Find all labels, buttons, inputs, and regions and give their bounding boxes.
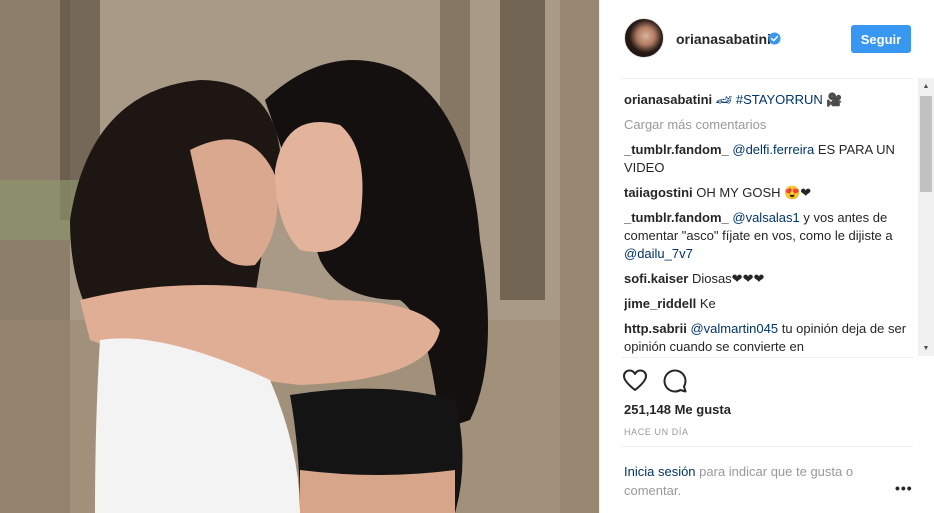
login-prompt: Inicia sesión para indicar que te gusta … [624,462,886,500]
scroll-up-arrow-icon[interactable]: ▲ [918,78,934,94]
post-header: orianasabatini Seguir [600,0,934,78]
comment-text: Diosas❤❤❤ [688,271,765,286]
comment-username[interactable]: taiiagostini [624,185,693,200]
caption: orianasabatini 🏎 #STAYORRUN 🎥 [624,91,916,109]
comment-text: OH MY GOSH 😍❤ [692,185,812,200]
comment-item: sofi.kaiser Diosas❤❤❤ [624,270,916,288]
comment-item: taiiagostini OH MY GOSH 😍❤ [624,184,916,202]
post-photo[interactable] [0,0,599,513]
comment-username[interactable]: _tumblr.fandom_ [624,210,729,225]
login-link[interactable]: Inicia sesión [624,464,696,479]
comment-username[interactable]: jime_riddell [624,296,696,311]
post-timestamp[interactable]: HACE UN DÍA [624,427,689,437]
scroll-down-arrow-icon[interactable]: ▼ [918,340,934,356]
comment-text: Ke [696,296,716,311]
actions-divider [622,357,913,358]
comment-item: _tumblr.fandom_ @valsalas1 y vos antes d… [624,209,916,263]
scroll-thumb[interactable] [920,96,932,192]
caption-username[interactable]: orianasabatini [624,92,712,107]
comment-item: jime_riddell Ke [624,295,916,313]
comment-item: http.sabrii @valmartin045 tu opinión dej… [624,320,916,354]
footer-divider [622,446,913,447]
username[interactable]: orianasabatini [676,31,771,47]
comment-mention[interactable]: @valsalas1 [732,210,799,225]
photo-illustration [0,0,599,513]
post-side-panel: orianasabatini Seguir orianasabatini 🏎 #… [599,0,934,513]
load-more-comments-link[interactable]: Cargar más comentarios [624,116,916,134]
comment-username[interactable]: http.sabrii [624,321,687,336]
caption-text[interactable]: 🏎 #STAYORRUN 🎥 [716,92,843,107]
comment-mention[interactable]: @delfi.ferreira [732,142,814,157]
comment-bubble-icon[interactable] [662,368,688,394]
avatar[interactable] [624,18,664,58]
likes-count[interactable]: 251,148 Me gusta [624,402,731,417]
header-divider [622,78,913,79]
comment-username[interactable]: sofi.kaiser [624,271,688,286]
comments-list: orianasabatini 🏎 #STAYORRUN 🎥 Cargar más… [624,84,916,354]
comments-scrollbar[interactable]: ▲ ▼ [918,78,934,356]
more-options-button[interactable]: ••• [895,480,913,496]
verified-badge-icon [768,32,781,45]
comment-item: _tumblr.fandom_ @delfi.ferreira ES PARA … [624,141,916,177]
comment-mention-2[interactable]: @dailu_7v7 [624,246,693,261]
follow-button[interactable]: Seguir [851,25,911,53]
comment-username[interactable]: _tumblr.fandom_ [624,142,729,157]
comment-mention[interactable]: @valmartin045 [690,321,778,336]
heart-outline-icon[interactable] [622,368,648,394]
